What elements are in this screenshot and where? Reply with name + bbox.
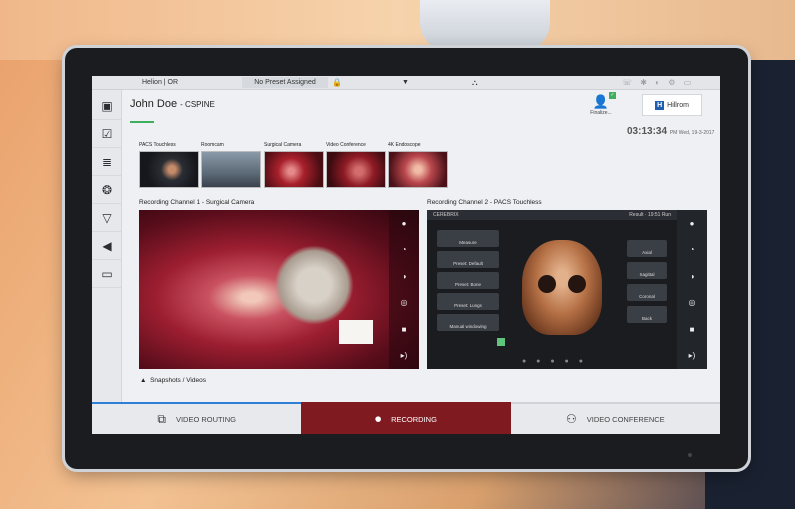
- brightness-mid-icon[interactable]: ◔: [690, 245, 695, 254]
- source-label: 4K Endoscope: [388, 142, 421, 148]
- finalize-label: Finalize...: [590, 110, 612, 116]
- brightness-low-icon[interactable]: ◑: [402, 272, 407, 281]
- channel-2-label: Recording Channel 2 - PACS Touchless: [427, 199, 542, 206]
- network-icon[interactable]: ⛬: [472, 78, 478, 88]
- speaker-icon[interactable]: ◀: [92, 232, 122, 260]
- pacs-view-button[interactable]: Coronal: [627, 284, 667, 301]
- finalize-button[interactable]: 👤 ✓ Finalize...: [586, 92, 616, 120]
- hillrom-logo: H Hillrom: [642, 94, 702, 116]
- source-label: Roomcam: [201, 142, 224, 148]
- routing-icon: ⧉: [157, 411, 166, 426]
- power-led: [688, 453, 692, 457]
- source-thumb-surgical-camera[interactable]: [264, 151, 324, 188]
- source-thumb-pacs[interactable]: [139, 151, 199, 188]
- brightness-high-icon[interactable]: ●: [690, 219, 695, 228]
- recording-icon: ⏺: [375, 411, 382, 426]
- status-icons: ☏ ✱ ◐ ⚙ ▭: [622, 78, 695, 87]
- camera-icon[interactable]: ■: [690, 325, 695, 334]
- patient-card-icon[interactable]: ▣: [92, 92, 122, 120]
- pacs-button[interactable]: Preset: Bone: [437, 272, 499, 289]
- light-icon[interactable]: ❂: [92, 176, 122, 204]
- pacs-header: CEREBRIX Result · 19:51 Run: [427, 210, 677, 220]
- source-label: Surgical Camera: [264, 142, 302, 148]
- snapshots-toggle[interactable]: ▲ Snapshots / Videos: [140, 377, 206, 384]
- logo-text: Hillrom: [667, 101, 689, 109]
- checklist-icon[interactable]: ☑: [92, 120, 122, 148]
- snapshots-label: Snapshots / Videos: [150, 377, 206, 384]
- tab-video-conference[interactable]: ⚇ VIDEO CONFERENCE: [510, 402, 720, 434]
- pacs-left-buttons: Measure Preset: Default Preset: Bone Pre…: [437, 230, 499, 335]
- tab-recording[interactable]: ⏺ RECORDING: [301, 402, 511, 434]
- conference-icon: ⚇: [565, 412, 577, 426]
- layers-icon[interactable]: ≣: [92, 148, 122, 176]
- audio-icon[interactable]: ▸): [689, 351, 696, 360]
- pacs-header-left: CEREBRIX: [433, 212, 459, 218]
- display-icon[interactable]: ▭: [92, 260, 122, 288]
- clock-date: PM Wed, 19-3-2017: [669, 130, 715, 136]
- pacs-view-button[interactable]: Sagittal: [627, 262, 667, 279]
- pacs-header-right: Result · 19:51 Run: [629, 212, 671, 218]
- pacs-button[interactable]: Preset: Lungs: [437, 293, 499, 310]
- chevron-up-icon: ▲: [140, 377, 147, 384]
- brightness-mid-icon[interactable]: ◔: [402, 245, 407, 254]
- check-badge-icon: ✓: [609, 92, 616, 99]
- pacs-view-button[interactable]: Axial: [627, 240, 667, 257]
- patient-name: John Doe: [130, 98, 178, 110]
- lock-icon[interactable]: 🔒: [332, 78, 342, 87]
- channel-2-controls: ● ◔ ◑ ◎ ■ ▸): [677, 210, 707, 369]
- preset-selector[interactable]: No Preset Assigned: [242, 77, 328, 88]
- camera-icon[interactable]: ■: [402, 325, 407, 334]
- record-icon[interactable]: ◎: [689, 298, 696, 307]
- surgical-feed-gauze: [339, 320, 373, 344]
- channel-1-controls: ● ◔ ◑ ◎ ■ ▸): [389, 210, 419, 369]
- pacs-view-button[interactable]: Back: [627, 306, 667, 323]
- bottom-tabs: ⧉ VIDEO ROUTING ⏺ RECORDING ⚇ VIDEO CONF…: [92, 402, 720, 434]
- surgical-feed-detail: [274, 245, 354, 325]
- sidebar: ▣ ☑ ≣ ❂ ▽ ◀ ▭: [92, 90, 122, 402]
- record-icon[interactable]: ◎: [401, 298, 408, 307]
- patient-underline: [130, 121, 154, 123]
- monitor-arm: [420, 0, 550, 52]
- source-label: PACS Touchless: [139, 142, 176, 148]
- audio-icon[interactable]: ▸): [401, 351, 408, 360]
- source-thumb-4k-endoscope[interactable]: [388, 151, 448, 188]
- source-thumb-roomcam[interactable]: [201, 151, 261, 188]
- recording-channel-1-video[interactable]: ● ◔ ◑ ◎ ■ ▸): [139, 210, 419, 369]
- patient-header: John Doe - CSPINE: [130, 98, 215, 110]
- source-label: Video Conference: [326, 142, 366, 148]
- chevron-down-icon[interactable]: ▼: [402, 79, 409, 86]
- brightness-high-icon[interactable]: ●: [402, 219, 407, 228]
- pacs-right-buttons: Axial Sagittal Coronal Back: [627, 240, 667, 328]
- touch-screen: Helion | OR No Preset Assigned 🔒 ▼ ⛬ ☏ ✱…: [92, 76, 720, 434]
- surgical-light-icon[interactable]: ▽: [92, 204, 122, 232]
- tab-label: VIDEO CONFERENCE: [586, 414, 665, 424]
- status-bar: Helion | OR No Preset Assigned 🔒 ▼ ⛬ ☏ ✱…: [92, 76, 720, 90]
- pacs-page-dots: ● ● ● ● ●: [522, 358, 587, 365]
- recording-channel-2-video[interactable]: CEREBRIX Result · 19:51 Run Measure Pres…: [427, 210, 707, 369]
- channel-1-label: Recording Channel 1 - Surgical Camera: [139, 199, 255, 206]
- marker-icon: [497, 338, 505, 346]
- tab-video-routing[interactable]: ⧉ VIDEO ROUTING: [92, 402, 302, 434]
- pacs-button[interactable]: Measure: [437, 230, 499, 247]
- tab-label: RECORDING: [391, 414, 437, 424]
- logo-mark: H: [655, 100, 665, 110]
- pacs-button[interactable]: Manual windowing: [437, 314, 499, 331]
- procedure-label: - CSPINE: [180, 100, 215, 109]
- pacs-button[interactable]: Preset: Default: [437, 251, 499, 268]
- skull-3d-render: [522, 240, 602, 335]
- source-thumb-video-conference[interactable]: [326, 151, 386, 188]
- tab-label: VIDEO ROUTING: [175, 414, 236, 424]
- clock: 03:13:34 PM Wed, 19-3-2017: [627, 126, 714, 137]
- clock-time: 03:13:34: [627, 126, 668, 137]
- brightness-low-icon[interactable]: ◑: [690, 272, 695, 281]
- system-name: Helion | OR: [142, 79, 179, 86]
